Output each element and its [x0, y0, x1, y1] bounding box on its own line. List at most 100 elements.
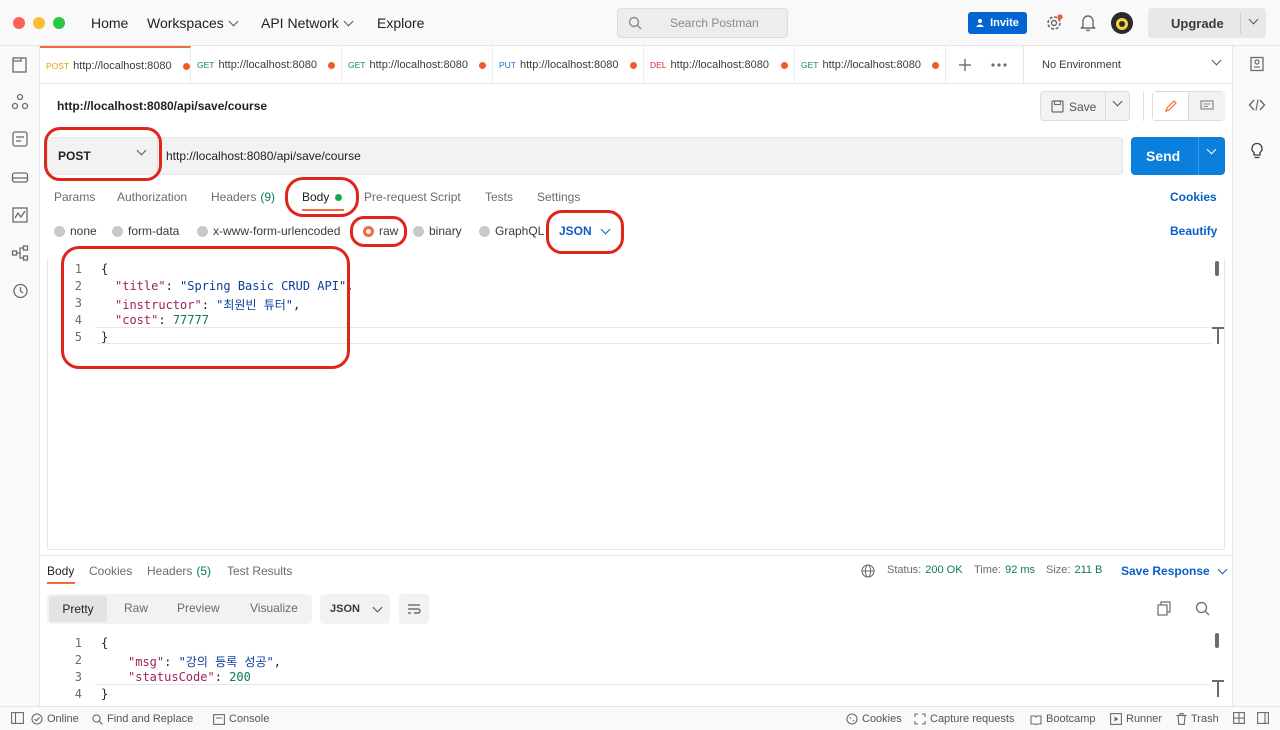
request-tab[interactable]: GET http://localhost:8080 — [342, 46, 493, 84]
visualize-button[interactable]: Visualize — [250, 601, 298, 615]
response-time[interactable]: Time: 92 ms — [974, 564, 1035, 576]
apis-icon[interactable] — [11, 93, 29, 111]
tab-pre-request-script[interactable]: Pre-request Script — [364, 190, 461, 204]
minimize-window-button[interactable] — [33, 17, 45, 29]
close-window-button[interactable] — [13, 17, 25, 29]
search-input[interactable]: Search Postman — [617, 8, 788, 38]
history-icon[interactable] — [11, 282, 29, 300]
view-toggle — [1152, 91, 1225, 121]
request-tab[interactable]: DEL http://localhost:8080 — [644, 46, 795, 84]
tab-headers[interactable]: Headers (9) — [211, 190, 275, 204]
request-tab[interactable]: POST http://localhost:8080 — [40, 46, 191, 84]
collections-icon[interactable] — [11, 56, 29, 74]
notification-bell-icon[interactable] — [1080, 14, 1096, 32]
response-tab-headers[interactable]: Headers (5) — [147, 564, 211, 578]
request-tab[interactable]: GET http://localhost:8080 — [795, 46, 946, 84]
runner-button[interactable]: Runner — [1110, 713, 1162, 725]
divider — [1143, 91, 1144, 121]
find-replace-button[interactable]: Find and Replace — [92, 713, 193, 725]
response-scrollbar[interactable] — [1215, 633, 1219, 648]
url-input[interactable]: http://localhost:8080/api/save/course — [166, 149, 361, 163]
response-size[interactable]: Size: 211 B — [1046, 564, 1102, 576]
lightbulb-icon[interactable] — [1249, 142, 1265, 160]
console-button[interactable]: Console — [213, 713, 269, 725]
request-tab[interactable]: GET http://localhost:8080 — [191, 46, 342, 84]
nav-workspaces[interactable]: Workspaces — [147, 0, 239, 46]
tab-method: PUT — [499, 60, 516, 70]
upgrade-button[interactable]: Upgrade — [1148, 8, 1266, 38]
tab-params[interactable]: Params — [54, 190, 95, 204]
copy-icon[interactable] — [1157, 601, 1171, 616]
code-brace: { — [101, 636, 109, 650]
tab-authorization[interactable]: Authorization — [117, 190, 187, 204]
tab-url: http://localhost:8080 — [520, 59, 619, 71]
code-icon[interactable] — [1248, 98, 1266, 112]
tab-settings[interactable]: Settings — [537, 190, 580, 204]
radio-urlencoded[interactable]: x-www-form-urlencoded — [197, 224, 340, 238]
response-status[interactable]: Status: 200 OK — [887, 564, 963, 576]
json-number: 200 — [229, 670, 251, 684]
add-user-icon — [976, 19, 985, 27]
nav-explore[interactable]: Explore — [377, 0, 424, 46]
tab-tests[interactable]: Tests — [485, 190, 513, 204]
maximize-window-button[interactable] — [53, 17, 65, 29]
chevron-down-icon[interactable] — [1206, 144, 1217, 155]
environment-select[interactable]: No Environment — [1024, 46, 1232, 84]
tab-method: POST — [46, 61, 70, 71]
cookies-button[interactable]: Cookies — [846, 713, 902, 725]
editor-scrollbar[interactable] — [1215, 261, 1219, 276]
response-format-select[interactable]: JSON — [320, 594, 390, 624]
line-number: 4 — [74, 687, 82, 701]
layout-icon[interactable] — [1233, 712, 1245, 724]
cookies-link[interactable]: Cookies — [1170, 190, 1217, 204]
radio-graphql[interactable]: GraphQL — [479, 224, 544, 238]
globe-icon[interactable] — [861, 564, 875, 578]
nav-api-network[interactable]: API Network — [261, 0, 354, 46]
bootcamp-button[interactable]: Bootcamp — [1030, 713, 1096, 725]
environments-icon[interactable] — [11, 130, 29, 148]
mock-servers-icon[interactable] — [11, 168, 29, 186]
settings-gear-icon[interactable] — [1045, 14, 1063, 32]
environment-quick-look-icon[interactable] — [1249, 56, 1265, 72]
radio-binary[interactable]: binary — [413, 224, 462, 238]
invite-button[interactable]: Invite — [968, 12, 1027, 34]
radio-none[interactable]: none — [54, 224, 97, 238]
request-tab[interactable]: PUT http://localhost:8080 — [493, 46, 644, 84]
size-label: Size: — [1046, 564, 1071, 576]
annotation-ring-raw — [350, 216, 407, 247]
radio-form-data[interactable]: form-data — [112, 224, 179, 238]
monitors-icon[interactable] — [11, 206, 29, 224]
chevron-down-icon[interactable] — [1248, 14, 1259, 25]
preview-button[interactable]: Preview — [177, 601, 220, 615]
save-button[interactable]: Save — [1040, 91, 1130, 121]
response-tab-test-results[interactable]: Test Results — [227, 564, 292, 578]
trash-button[interactable]: Trash — [1176, 713, 1219, 725]
search-icon[interactable] — [1195, 601, 1210, 616]
unsaved-dot-icon — [780, 61, 788, 69]
help-icon[interactable] — [1257, 712, 1269, 724]
unsaved-dot-icon — [328, 61, 336, 69]
edit-mode-button[interactable] — [1153, 92, 1189, 120]
status-label: Status: — [887, 564, 922, 576]
pretty-button[interactable]: Pretty — [49, 596, 107, 622]
response-tab-cookies[interactable]: Cookies — [89, 564, 132, 578]
flows-icon[interactable] — [11, 244, 29, 262]
send-button[interactable]: Send — [1131, 137, 1225, 175]
response-tab-body[interactable]: Body — [47, 564, 74, 578]
new-tab-plus-icon[interactable] — [958, 58, 972, 72]
avatar[interactable] — [1110, 11, 1134, 35]
comments-button[interactable] — [1189, 92, 1225, 120]
save-response-button[interactable]: Save Response — [1121, 564, 1228, 578]
bootcamp-label: Bootcamp — [1046, 713, 1096, 725]
beautify-link[interactable]: Beautify — [1170, 224, 1217, 238]
nav-home[interactable]: Home — [91, 0, 128, 46]
more-tabs-icon[interactable] — [991, 62, 1007, 68]
find-replace-label: Find and Replace — [107, 713, 194, 725]
raw-view-button[interactable]: Raw — [124, 601, 148, 615]
capture-requests-button[interactable]: Capture requests — [914, 713, 1014, 725]
wrap-lines-button[interactable] — [399, 594, 429, 624]
online-status[interactable]: Online — [31, 713, 79, 725]
request-title[interactable]: http://localhost:8080/api/save/course — [57, 99, 267, 113]
chevron-down-icon[interactable] — [1112, 96, 1123, 107]
toggle-sidebar-icon[interactable] — [11, 712, 24, 724]
